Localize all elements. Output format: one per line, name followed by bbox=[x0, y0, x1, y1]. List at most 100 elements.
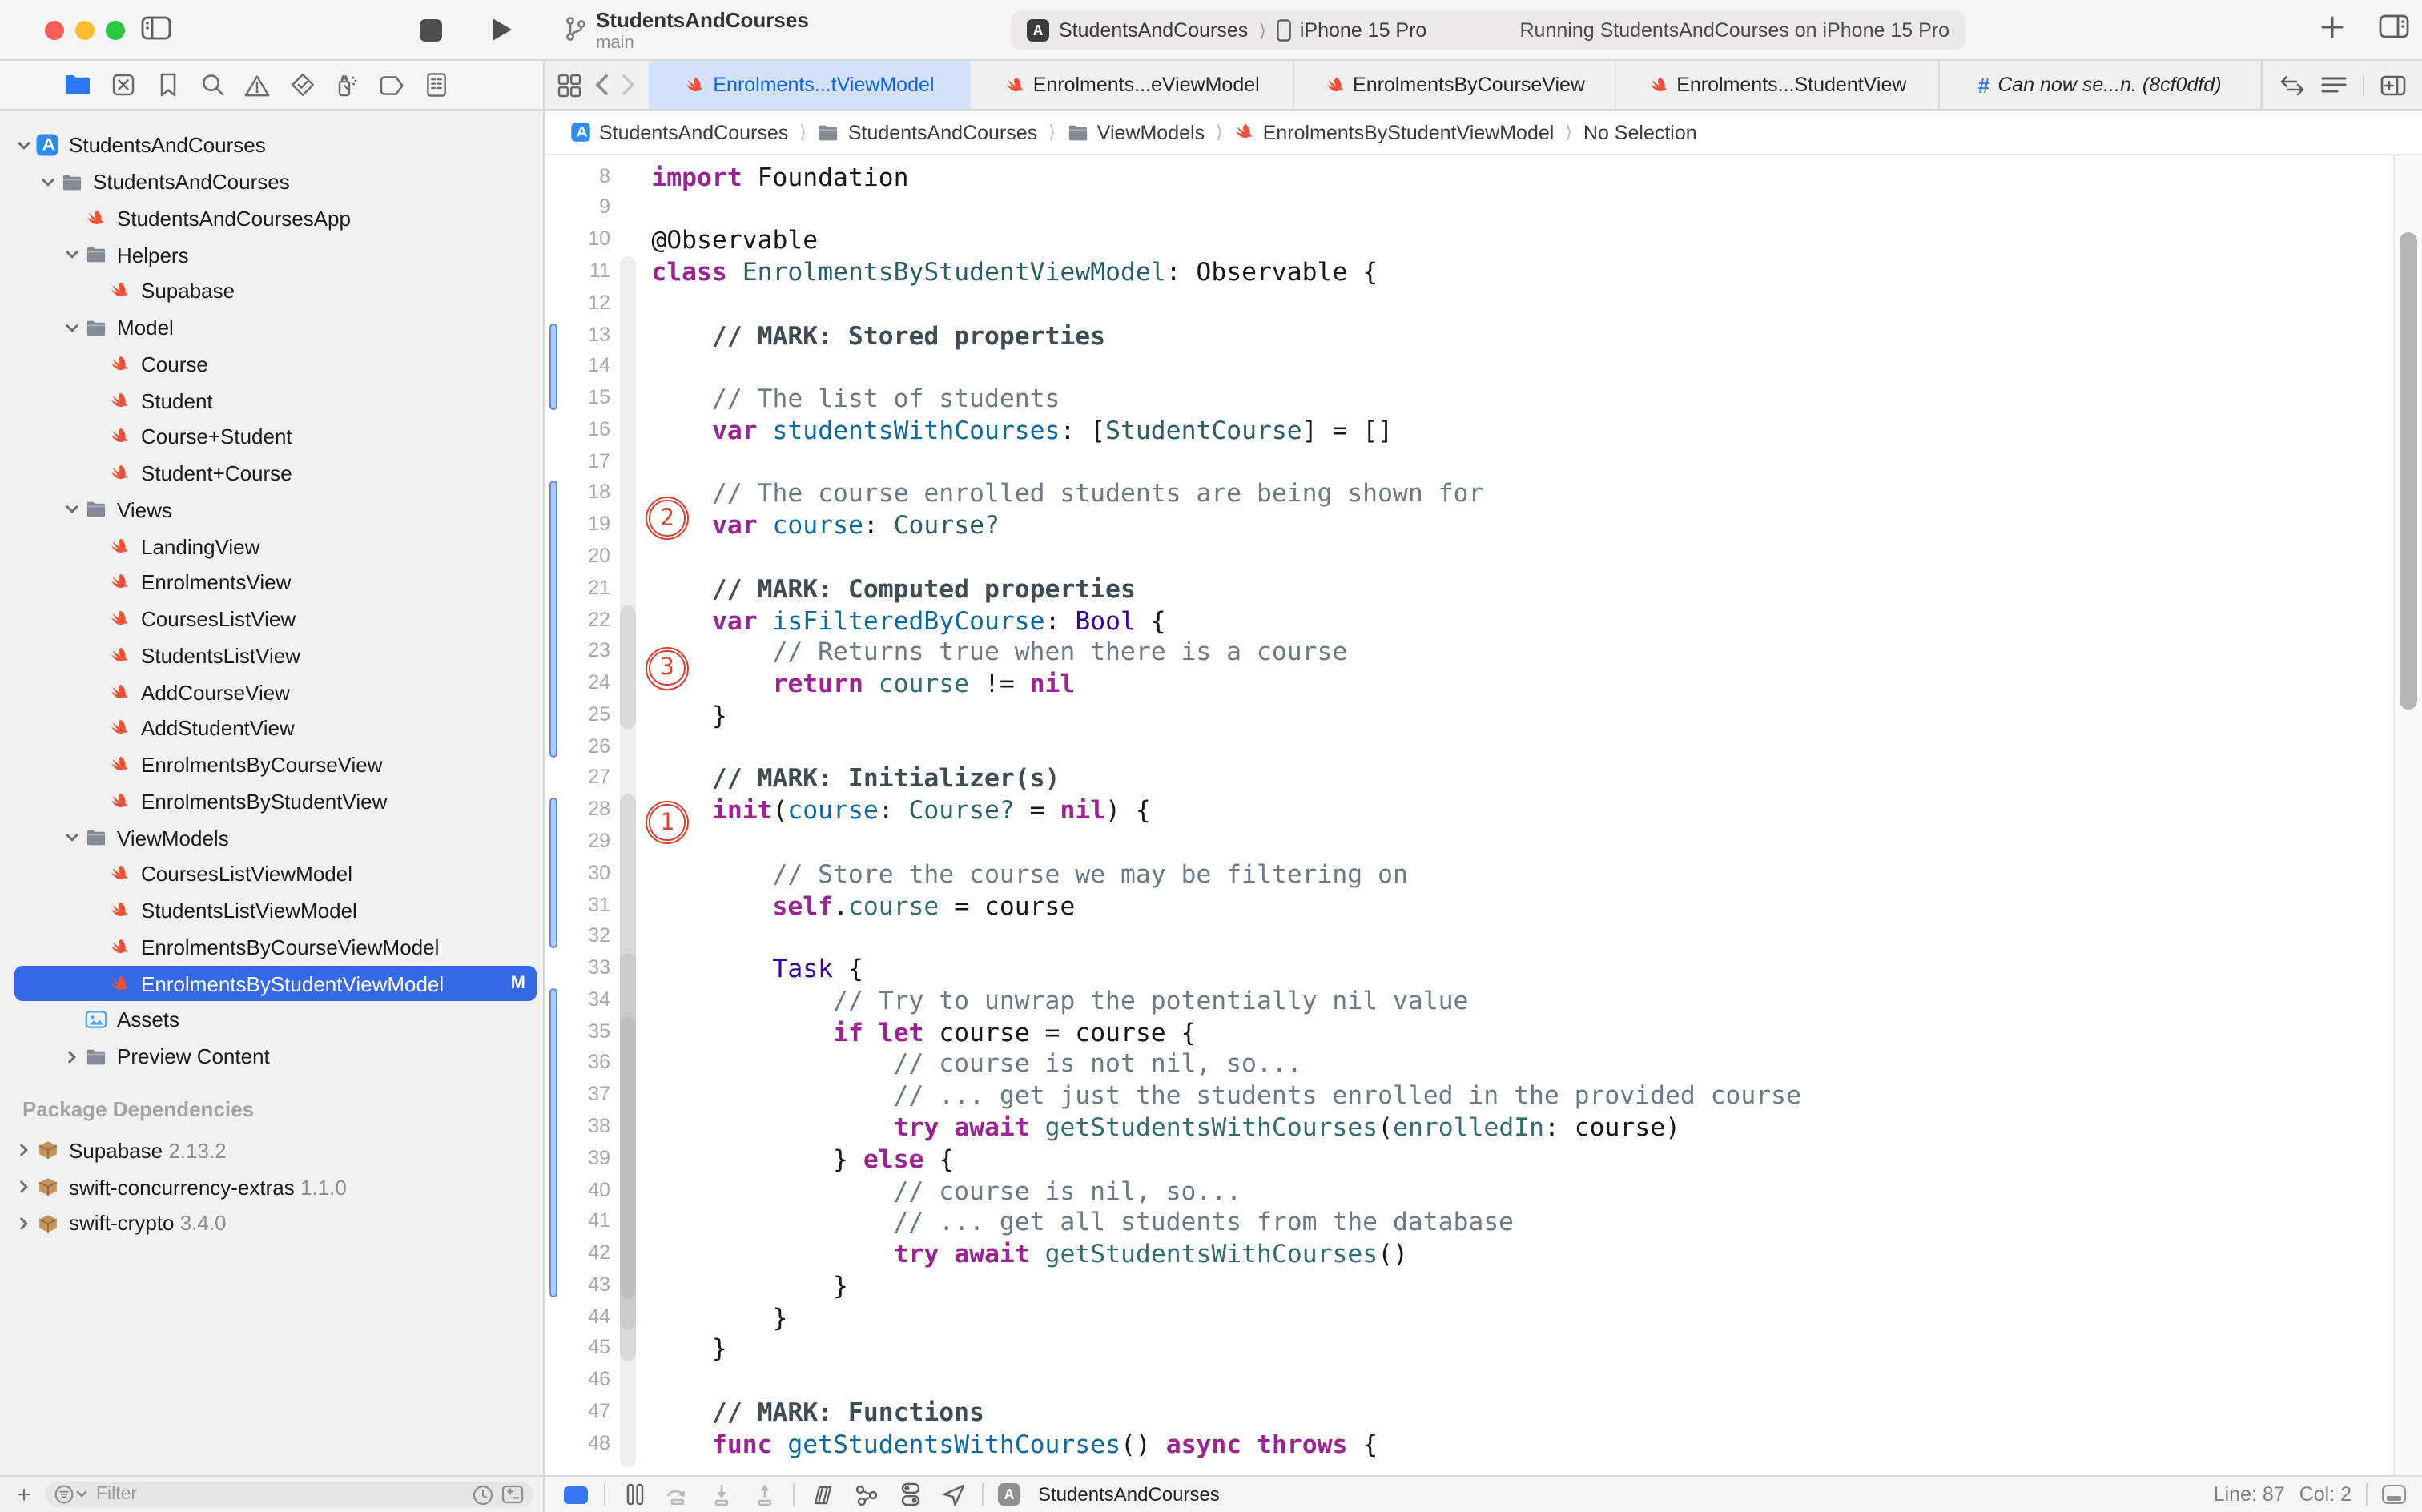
code-text[interactable]: // The course enrolled students are bein… bbox=[651, 478, 1483, 510]
environment-overrides-icon[interactable] bbox=[895, 1482, 924, 1507]
editor-tab-4[interactable]: #Can now se...n. (8cf0dfd) bbox=[1939, 61, 2262, 109]
code-review-icon[interactable] bbox=[2279, 74, 2305, 95]
code-text[interactable]: var isFilteredByCourse: Bool { bbox=[651, 605, 1165, 637]
breadcrumb-item-3[interactable]: EnrolmentsByStudentViewModel bbox=[1234, 121, 1555, 143]
sidebar-item-preview-content[interactable]: Preview Content bbox=[0, 1039, 545, 1076]
chevron-down-icon[interactable] bbox=[61, 247, 82, 263]
code-text[interactable]: class EnrolmentsByStudentViewModel: Obse… bbox=[651, 256, 1378, 288]
sidebar-item-courseslistview[interactable]: CoursesListView bbox=[0, 601, 545, 638]
code-text[interactable]: } bbox=[651, 1301, 787, 1333]
sidebar-item-course[interactable]: Course bbox=[0, 346, 545, 383]
chevron-right-icon[interactable] bbox=[61, 1048, 82, 1064]
line-number[interactable]: 46 bbox=[545, 1365, 610, 1397]
line-number[interactable]: 16 bbox=[545, 415, 610, 447]
line-number[interactable]: 34 bbox=[545, 985, 610, 1017]
code-text[interactable]: init(course: Course? = nil) { bbox=[651, 794, 1150, 826]
editor-tab-1[interactable]: Enrolments...eViewModel bbox=[972, 61, 1294, 109]
code-text[interactable]: // Store the course we may be filtering … bbox=[651, 859, 1407, 891]
code-text[interactable]: return course != nil bbox=[651, 668, 1075, 700]
code-text[interactable]: // Try to unwrap the potentially nil val… bbox=[651, 985, 1468, 1017]
toggle-right-sidebar-icon[interactable] bbox=[2379, 14, 2409, 38]
sidebar-item-courseslistviewmodel[interactable]: CoursesListViewModel bbox=[0, 856, 545, 893]
code-text[interactable]: Task { bbox=[651, 953, 863, 985]
editor-options-icon[interactable] bbox=[2321, 75, 2347, 94]
memory-graph-icon[interactable] bbox=[852, 1482, 881, 1507]
line-number[interactable]: 11 bbox=[545, 256, 610, 288]
sidebar-item-studentsandcourses[interactable]: StudentsAndCourses bbox=[0, 164, 545, 201]
editor-tab-0[interactable]: Enrolments...tViewModel bbox=[649, 61, 972, 109]
line-number[interactable]: 42 bbox=[545, 1238, 610, 1270]
zoom-window-button[interactable] bbox=[106, 21, 125, 40]
code-text[interactable]: // MARK: Stored properties bbox=[651, 320, 1105, 352]
sidebar-item-addcourseview[interactable]: AddCourseView bbox=[0, 674, 545, 711]
line-number[interactable]: 24 bbox=[545, 668, 610, 700]
line-number[interactable]: 26 bbox=[545, 731, 610, 763]
scheme-selector[interactable]: A StudentsAndCourses ⟩ iPhone 15 Pro Run… bbox=[1011, 11, 1965, 50]
adjust-editor-icon[interactable] bbox=[2382, 1485, 2406, 1504]
code-text[interactable]: // MARK: Computed properties bbox=[651, 573, 1135, 605]
line-number[interactable]: 43 bbox=[545, 1270, 610, 1302]
code-text[interactable]: } bbox=[651, 700, 726, 732]
sidebar-item-enrolmentsbystudentviewmodel[interactable]: EnrolmentsByStudentViewModelM bbox=[0, 966, 545, 1003]
sidebar-item-enrolmentsbystudentview[interactable]: EnrolmentsByStudentView bbox=[0, 783, 545, 820]
running-app-item[interactable]: AStudentsAndCourses bbox=[998, 1483, 1220, 1506]
line-number[interactable]: 28 bbox=[545, 794, 610, 826]
line-number[interactable]: 31 bbox=[545, 890, 610, 922]
line-number[interactable]: 25 bbox=[545, 700, 610, 732]
breakpoints-active-icon[interactable] bbox=[561, 1482, 589, 1507]
code-text[interactable]: var course: Course? bbox=[651, 509, 1000, 541]
sidebar-item-landingview[interactable]: LandingView bbox=[0, 529, 545, 565]
code-text[interactable]: var studentsWithCourses: [StudentCourse]… bbox=[651, 415, 1393, 447]
run-button[interactable] bbox=[490, 16, 514, 43]
line-number[interactable]: 37 bbox=[545, 1080, 610, 1112]
scrollbar-thumb[interactable] bbox=[2400, 232, 2417, 710]
go-back-icon[interactable] bbox=[594, 74, 609, 96]
code-text[interactable]: @Observable bbox=[651, 224, 818, 256]
line-number[interactable]: 23 bbox=[545, 637, 610, 669]
code-text[interactable]: // Returns true when there is a course bbox=[651, 637, 1347, 669]
add-editor-icon[interactable] bbox=[2380, 74, 2406, 95]
line-number[interactable]: 27 bbox=[545, 763, 610, 795]
sidebar-item-course-student[interactable]: Course+Student bbox=[0, 419, 545, 456]
sidebar-item-enrolmentsview[interactable]: EnrolmentsView bbox=[0, 565, 545, 601]
chevron-down-icon[interactable] bbox=[61, 502, 82, 518]
line-number[interactable]: 22 bbox=[545, 605, 610, 637]
line-number[interactable]: 9 bbox=[545, 193, 610, 225]
step-into-icon[interactable] bbox=[706, 1482, 735, 1507]
add-file-button[interactable]: + bbox=[10, 1481, 38, 1508]
stop-button[interactable] bbox=[420, 19, 442, 42]
line-number[interactable]: 44 bbox=[545, 1301, 610, 1333]
breadcrumb-item-2[interactable]: ViewModels bbox=[1067, 121, 1205, 143]
view-hierarchy-icon[interactable] bbox=[809, 1482, 838, 1507]
code-text[interactable]: // course is not nil, so... bbox=[651, 1048, 1302, 1080]
code-area[interactable]: 8import Foundation910@Observable11class … bbox=[545, 155, 2422, 1475]
code-text[interactable]: try await getStudentsWithCourses(enrolle… bbox=[651, 1112, 1680, 1144]
code-text[interactable]: // ... get just the students enrolled in… bbox=[651, 1080, 1801, 1112]
line-number[interactable]: 35 bbox=[545, 1016, 610, 1048]
code-text[interactable]: try await getStudentsWithCourses() bbox=[651, 1238, 1408, 1270]
source-control-navigator-icon[interactable] bbox=[109, 71, 136, 99]
bookmarks-navigator-icon[interactable] bbox=[154, 71, 181, 99]
code-text[interactable]: } bbox=[651, 1333, 726, 1365]
sidebar-item-studentslistview[interactable]: StudentsListView bbox=[0, 637, 545, 674]
line-number[interactable]: 19 bbox=[545, 509, 610, 541]
chevron-right-icon[interactable] bbox=[13, 1179, 34, 1195]
code-text[interactable]: // ... get all students from the databas… bbox=[651, 1207, 1514, 1239]
sidebar-item-supabase[interactable]: Supabase bbox=[0, 273, 545, 310]
line-number[interactable]: 29 bbox=[545, 826, 610, 859]
sidebar-item-views[interactable]: Views bbox=[0, 492, 545, 529]
code-text[interactable]: if let course = course { bbox=[651, 1016, 1196, 1048]
package-item-supabase[interactable]: Supabase 2.13.2 bbox=[0, 1132, 545, 1169]
code-text[interactable]: self.course = course bbox=[651, 890, 1075, 922]
source-control-filter-icon[interactable] bbox=[501, 1485, 524, 1504]
sidebar-item-student-course[interactable]: Student+Course bbox=[0, 456, 545, 493]
line-number[interactable]: 14 bbox=[545, 352, 610, 384]
recent-files-icon[interactable] bbox=[473, 1484, 493, 1505]
add-tab-icon[interactable] bbox=[2321, 15, 2344, 38]
line-number[interactable]: 15 bbox=[545, 383, 610, 415]
chevron-right-icon[interactable] bbox=[13, 1216, 34, 1232]
minimize-window-button[interactable] bbox=[75, 21, 95, 40]
line-number[interactable]: 48 bbox=[545, 1429, 610, 1461]
line-number[interactable]: 18 bbox=[545, 478, 610, 510]
line-number[interactable]: 21 bbox=[545, 573, 610, 605]
